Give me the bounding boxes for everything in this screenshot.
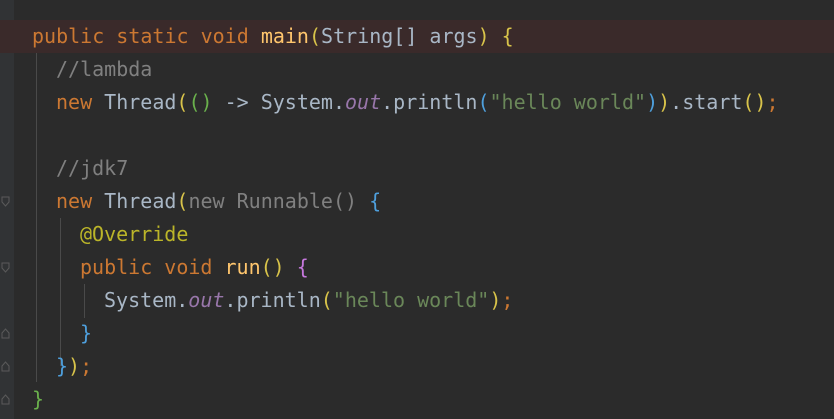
code-token: System.	[104, 288, 189, 312]
code-token: {	[501, 24, 514, 48]
code-token: }	[56, 354, 69, 378]
code-line-text: new Thread(new Runnable() {	[56, 185, 381, 218]
code-token: void	[164, 255, 213, 279]
code-line[interactable]: //jdk7	[0, 152, 834, 185]
code-token: {	[369, 189, 382, 213]
code-token: ;	[501, 288, 514, 312]
code-token: }	[80, 321, 93, 345]
code-line-text: //jdk7	[56, 152, 128, 185]
code-line[interactable]: }	[0, 317, 834, 350]
code-token: ;	[80, 354, 93, 378]
code-token: .start	[670, 90, 743, 114]
code-token: new	[56, 189, 93, 213]
code-token: run	[224, 255, 261, 279]
code-token: //lambda	[56, 57, 153, 81]
code-token: main	[260, 24, 309, 48]
code-token: ()	[742, 90, 767, 114]
code-line[interactable]: public void run() {	[0, 251, 834, 284]
code-token: )	[489, 288, 502, 312]
code-line[interactable]: System.out.println("hello world");	[0, 284, 834, 317]
code-token: )	[477, 24, 490, 48]
code-line[interactable]: //lambda	[0, 53, 834, 86]
code-token: .println	[381, 90, 478, 114]
code-line[interactable]: });	[0, 350, 834, 383]
code-line-text: public static void main(String[] args) {	[32, 20, 514, 53]
code-editor[interactable]: public static void main(String[] args) {…	[0, 0, 834, 419]
code-line[interactable]: new Thread(() -> System.out.println("hel…	[0, 86, 834, 119]
code-line-text: @Override	[80, 218, 188, 251]
code-token: String[] args	[321, 24, 478, 48]
code-token: out	[345, 90, 382, 114]
code-token: new	[56, 90, 93, 114]
code-token: ()	[332, 189, 358, 213]
code-token: "hello world"	[332, 288, 490, 312]
code-line-text: });	[56, 350, 92, 383]
code-token: //jdk7	[56, 156, 129, 180]
code-line[interactable]: public static void main(String[] args) {	[0, 20, 834, 53]
code-token: out	[188, 288, 225, 312]
code-token: )	[646, 90, 659, 114]
code-token: )	[658, 90, 671, 114]
code-token: "hello world"	[489, 90, 647, 114]
code-token: public	[32, 24, 105, 48]
code-line-text: public void run() {	[80, 251, 309, 284]
code-line-text: }	[80, 317, 92, 350]
code-token: (	[176, 90, 189, 114]
code-token: {	[296, 255, 309, 279]
code-token: ()	[260, 255, 285, 279]
code-token: }	[32, 387, 45, 411]
code-line-text: }	[32, 383, 44, 416]
code-token: (	[308, 24, 322, 48]
code-token: .println	[224, 288, 321, 312]
code-line[interactable]: @Override	[0, 218, 834, 251]
code-token: (	[320, 288, 333, 312]
code-token: )	[68, 354, 81, 378]
code-line[interactable]	[0, 119, 834, 152]
code-token: (	[176, 189, 189, 213]
code-token: void	[200, 24, 249, 48]
code-token: ;	[766, 90, 779, 114]
code-line-text: System.out.println("hello world");	[104, 284, 513, 317]
code-line[interactable]: }	[0, 383, 834, 416]
code-token: new Runnable	[188, 189, 333, 213]
code-line-text: //lambda	[56, 53, 152, 86]
code-token: Thread	[92, 189, 177, 213]
code-token: @Override	[80, 222, 189, 246]
code-token: ()	[188, 90, 213, 114]
code-token: public	[80, 255, 153, 279]
code-token: -> System.	[212, 90, 346, 114]
code-token: (	[477, 90, 490, 114]
code-token: Thread	[92, 90, 177, 114]
code-token: static	[116, 24, 189, 48]
code-line[interactable]: new Thread(new Runnable() {	[0, 185, 834, 218]
code-line-text: new Thread(() -> System.out.println("hel…	[56, 86, 779, 119]
